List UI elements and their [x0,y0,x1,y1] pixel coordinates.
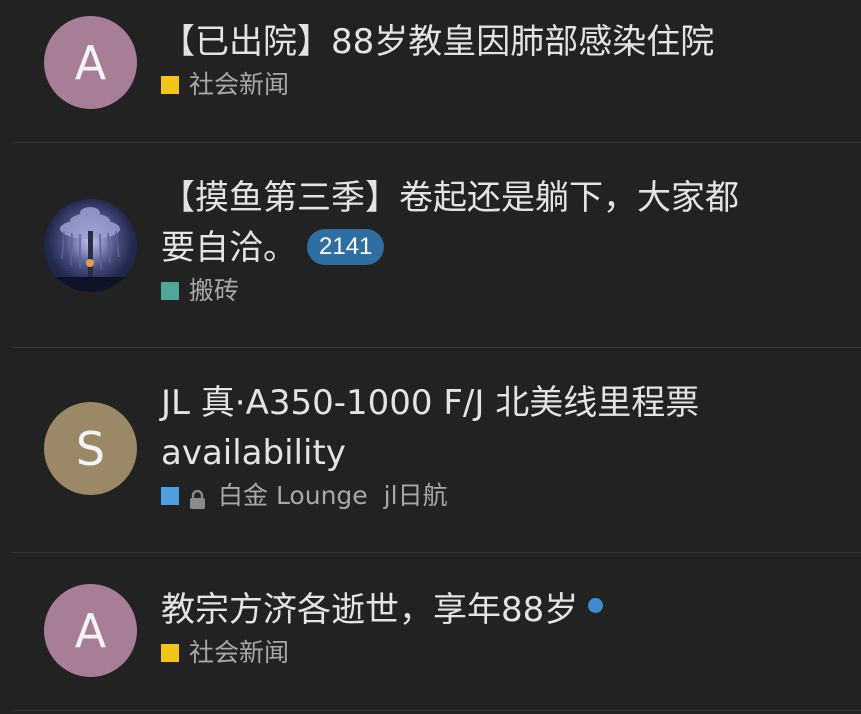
topic-title[interactable]: 【已出院】88岁教皇因肺部感染住院 [161,22,714,62]
category-color-square [161,487,179,505]
tree-night-image [44,207,137,292]
lock-icon [189,486,206,509]
topic-title-line2[interactable]: 要自洽。 [161,228,297,268]
topic-category[interactable]: 社会新闻 [161,637,851,669]
user-avatar[interactable] [44,199,137,292]
category-name[interactable]: 社会新闻 [189,69,289,101]
topic-category[interactable]: 白金 Lounge jl日航 [161,480,851,512]
topic-list: A 【已出院】88岁教皇因肺部感染住院 社会新闻 【摸鱼第三季】卷起还是躺下，大… [0,0,861,714]
category-color-square [161,76,179,94]
new-posts-badge[interactable]: 2141 [307,229,385,265]
category-name[interactable]: 白金 Lounge [218,480,368,512]
topic-title-link[interactable]: 教宗方济各逝世，享年88岁 [161,585,851,635]
user-avatar[interactable]: A [44,584,137,677]
category-name[interactable]: 社会新闻 [189,637,289,669]
category-color-square [161,282,179,300]
user-avatar[interactable]: S [44,402,137,495]
topic-tag[interactable]: jl日航 [384,480,448,512]
topic-title-link[interactable]: 【已出院】88岁教皇因肺部感染住院 [161,17,851,67]
topic-title-line1[interactable]: JL 真·A350-1000 F/J 北美线里程票 [161,378,851,428]
avatar-letter: A [74,35,107,90]
topic-title-link[interactable]: 【摸鱼第三季】卷起还是躺下，大家都 要自洽。 2141 [161,173,851,273]
topic-title-line1[interactable]: 【摸鱼第三季】卷起还是躺下，大家都 [161,173,851,223]
avatar-letter: A [74,603,107,658]
category-color-square [161,644,179,662]
avatar-letter: S [75,421,106,476]
topic-title[interactable]: 教宗方济各逝世，享年88岁 [161,590,578,630]
topic-row[interactable]: A 【已出院】88岁教皇因肺部感染住院 社会新闻 [12,0,861,143]
topic-row[interactable]: S JL 真·A350-1000 F/J 北美线里程票 availability… [12,348,861,553]
topic-category[interactable]: 搬砖 [161,275,851,307]
topic-title-link[interactable]: JL 真·A350-1000 F/J 北美线里程票 availability [161,378,851,478]
topic-category[interactable]: 社会新闻 [161,69,851,101]
topic-row[interactable]: 【摸鱼第三季】卷起还是躺下，大家都 要自洽。 2141 搬砖 [12,143,861,348]
unread-dot [588,598,604,613]
topic-row[interactable]: A 教宗方济各逝世，享年88岁 社会新闻 [12,553,861,711]
topic-title-line2[interactable]: availability [161,428,851,478]
category-name[interactable]: 搬砖 [189,275,239,307]
user-avatar[interactable]: A [44,16,137,109]
